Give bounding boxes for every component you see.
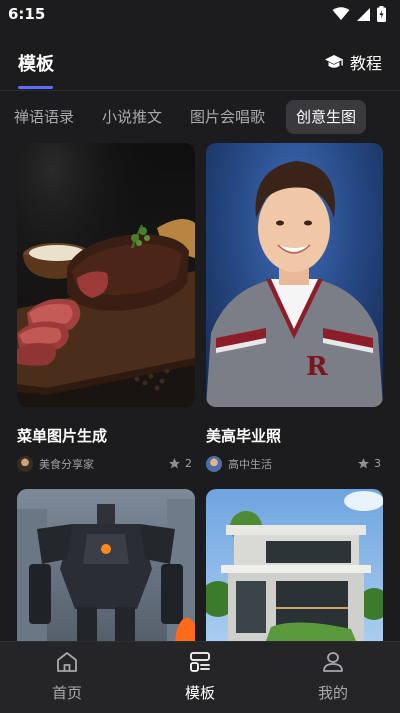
avatar [17,456,33,472]
status-time: 6:15 [8,5,46,23]
profile-icon [323,652,343,672]
star-icon [169,458,180,469]
graduation-cap-icon [324,55,343,68]
robot-image [17,499,195,641]
battery-icon [377,6,386,22]
status-bar: 6:15 [0,0,400,30]
steak-image [17,143,195,407]
template-icon [190,652,210,672]
likes-count: 3 [374,457,381,470]
card-likes-2[interactable]: 3 [357,457,381,470]
likes-count: 2 [185,457,192,470]
tutorial-label: 教程 [349,54,382,73]
author-name: 美食分享家 [39,458,94,471]
header: 模板 教程 [0,44,400,94]
nav-profile-label: 我的 [317,684,348,702]
tab-creative-image[interactable]: 创意生图 [286,100,367,134]
star-icon [358,458,369,469]
home-icon [57,652,77,672]
nav-home[interactable]: 首页 [27,650,107,703]
category-tabs: 禅语语录 小说推文 图片会唱歌 创意生图 [0,100,400,134]
card-author-1[interactable]: 美食分享家 [17,456,94,472]
card-author-2[interactable]: 高中生活 [206,456,272,472]
card-image-steak[interactable] [17,143,195,407]
header-divider [0,90,400,91]
signal-icon [357,7,370,21]
svg-text:R: R [306,352,328,382]
nav-templates[interactable]: 模板 [160,650,240,703]
card-image-robot[interactable] [17,489,195,641]
card-image-villa[interactable] [206,489,383,641]
wifi-icon [332,7,350,20]
author-name: 高中生活 [228,458,272,471]
villa-image [206,491,383,641]
title-underline [18,86,53,89]
card-title-graduation-photo[interactable]: 美高毕业照 [206,425,281,446]
nav-home-label: 首页 [51,684,82,702]
tab-zen-quotes[interactable]: 禅语语录 [4,100,84,134]
tab-image-sing[interactable]: 图片会唱歌 [180,100,275,134]
tab-novel-promo[interactable]: 小说推文 [92,100,172,134]
tutorial-button[interactable]: 教程 [324,50,382,74]
status-icons [332,6,386,22]
page-title: 模板 [18,54,54,75]
portrait-image: R [206,161,383,407]
card-title-menu-image[interactable]: 菜单图片生成 [17,425,107,446]
avatar [206,456,222,472]
bottom-nav: 首页 模板 我的 [0,641,400,713]
card-image-portrait[interactable]: R [206,143,383,407]
nav-templates-label: 模板 [184,684,215,702]
card-likes-1[interactable]: 2 [168,457,192,470]
nav-profile[interactable]: 我的 [293,650,373,703]
